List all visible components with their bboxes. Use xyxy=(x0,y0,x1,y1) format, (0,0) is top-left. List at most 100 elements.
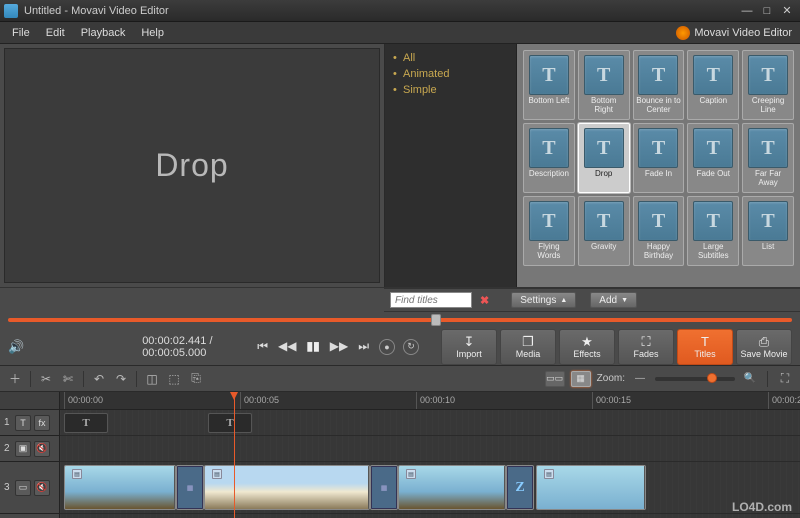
title-preset-caption[interactable]: TCaption xyxy=(687,50,739,120)
maximize-button[interactable]: □ xyxy=(758,4,776,18)
tab-media[interactable]: ❐Media xyxy=(500,329,556,365)
zoom-slider[interactable] xyxy=(655,377,735,381)
brand-icon xyxy=(676,26,690,40)
timeline-toolbar: ＋ ✂ ✄ ↶ ↷ ◫ ⬚ ⎘ ▭▭ ▦ Zoom: — 🔍 ⛶ xyxy=(0,366,800,392)
zoom-out-button[interactable]: — xyxy=(631,370,649,388)
category-all[interactable]: All xyxy=(393,50,508,66)
loop-button[interactable]: ↻ xyxy=(403,339,419,355)
title-preset-description[interactable]: TDescription xyxy=(523,123,575,193)
add-button[interactable]: Add▼ xyxy=(590,292,637,308)
playhead[interactable] xyxy=(234,392,235,518)
view-mode-1[interactable]: ▭▭ xyxy=(545,371,565,387)
title-preset-bounce-in-to-center[interactable]: TBounce in to Center xyxy=(633,50,685,120)
title-thumb-icon: T xyxy=(638,201,678,241)
track-lane-4[interactable] xyxy=(60,514,800,518)
clip-1-mp4[interactable]: ▤1.mp4 (0:00:03) xyxy=(64,465,176,510)
tab-label: Media xyxy=(516,349,541,359)
track-lane-2[interactable] xyxy=(60,436,800,462)
title-preset-gravity[interactable]: TGravity xyxy=(578,196,630,266)
zoom-in-button[interactable]: 🔍 xyxy=(741,370,759,388)
tab-label: Save Movie xyxy=(740,349,787,359)
category-simple[interactable]: Simple xyxy=(393,82,508,98)
add-track-button[interactable]: ＋ xyxy=(6,370,24,388)
menu-help[interactable]: Help xyxy=(133,25,172,41)
title-preset-flying-words[interactable]: TFlying Words xyxy=(523,196,575,266)
tab-label: Effects xyxy=(573,349,600,359)
title-preset-bottom-right[interactable]: TBottom Right xyxy=(578,50,630,120)
overlay-track-icon: ▣ xyxy=(15,441,31,457)
category-animated[interactable]: Animated xyxy=(393,66,508,82)
title-preset-large-subtitles[interactable]: TLarge Subtitles xyxy=(687,196,739,266)
track-lane-1[interactable]: TT xyxy=(60,410,800,436)
close-button[interactable]: ✕ xyxy=(778,4,796,18)
title-preset-drop[interactable]: TDrop xyxy=(578,123,630,193)
track-lane-3[interactable]: ▤1.mp4 (0:00:03) ▤Summer.mp4 (0:00:05) ▤Sw… xyxy=(60,462,800,514)
prev-button[interactable]: ⏮ xyxy=(255,339,270,354)
settings-button[interactable]: Settings▲ xyxy=(511,292,576,308)
transition-clip[interactable]: Z xyxy=(506,465,534,510)
menu-edit[interactable]: Edit xyxy=(38,25,73,41)
ruler-tick: 00:00:20 xyxy=(768,392,800,409)
transition-clip[interactable]: ▦ xyxy=(176,465,204,510)
titles-icon: T xyxy=(701,335,709,348)
title-preset-bottom-left[interactable]: TBottom Left xyxy=(523,50,575,120)
menu-file[interactable]: File xyxy=(4,25,38,41)
view-mode-2[interactable]: ▦ xyxy=(571,371,591,387)
split-button[interactable]: ✄ xyxy=(59,370,77,388)
title-clip[interactable]: T xyxy=(64,413,108,433)
transition-clip[interactable]: ▦ xyxy=(370,465,398,510)
track-header-3[interactable]: 3▭🔇 xyxy=(0,462,59,514)
title-preset-creeping-line[interactable]: TCreeping Line xyxy=(742,50,794,120)
search-input[interactable] xyxy=(390,292,472,308)
volume-icon[interactable]: 🔊 xyxy=(8,339,24,355)
track-header-4[interactable]: 4♪🔇 xyxy=(0,514,59,518)
title-thumb-icon: T xyxy=(529,55,569,95)
undo-button[interactable]: ↶ xyxy=(90,370,108,388)
title-thumb-icon: T xyxy=(748,55,788,95)
clip-Swimming-jpg[interactable]: ▤Swimming.jpg (0:00:03) xyxy=(398,465,506,510)
redo-button[interactable]: ↷ xyxy=(112,370,130,388)
track-header-1[interactable]: 1Tfx xyxy=(0,410,59,436)
step-fwd-button[interactable]: ▶▶ xyxy=(328,339,350,354)
mute-icon[interactable]: 🔇 xyxy=(34,480,50,496)
title-preset-far-far-away[interactable]: TFar Far Away xyxy=(742,123,794,193)
timeline-ruler[interactable]: 00:00:0000:00:0500:00:1000:00:1500:00:20 xyxy=(60,392,800,410)
zoom-handle[interactable] xyxy=(707,373,717,383)
ruler-tick: 00:00:10 xyxy=(416,392,455,409)
clip-Water-jpg[interactable]: ▤Water.jpg (0:00:03) xyxy=(536,465,646,510)
tool3-button[interactable]: ⎘ xyxy=(187,370,205,388)
title-thumb-icon: T xyxy=(638,128,678,168)
menu-playback[interactable]: Playback xyxy=(73,25,134,41)
minimize-button[interactable]: — xyxy=(738,4,756,18)
seekbar-handle[interactable] xyxy=(431,314,441,326)
step-back-button[interactable]: ◀◀ xyxy=(276,339,298,354)
clip-thumbnail: ▤ xyxy=(537,466,645,509)
tab-save-movie[interactable]: ⎙Save Movie xyxy=(736,329,792,365)
cut-button[interactable]: ✂ xyxy=(37,370,55,388)
preview-video[interactable]: Drop xyxy=(4,48,380,283)
tab-titles[interactable]: TTitles xyxy=(677,329,733,365)
ruler-tick: 00:00:00 xyxy=(64,392,103,409)
title-preset-fade-out[interactable]: TFade Out xyxy=(687,123,739,193)
title-preset-list[interactable]: TList xyxy=(742,196,794,266)
title-clip[interactable]: T xyxy=(208,413,252,433)
tab-import[interactable]: ↧Import xyxy=(441,329,497,365)
seekbar[interactable] xyxy=(8,318,792,322)
crop-button[interactable]: ◫ xyxy=(143,370,161,388)
tool2-button[interactable]: ⬚ xyxy=(165,370,183,388)
brand-text: Movavi Video Editor xyxy=(694,27,792,39)
clip-Summer-mp4[interactable]: ▤Summer.mp4 (0:00:05) xyxy=(204,465,370,510)
record-button[interactable]: ● xyxy=(379,339,395,355)
pause-button[interactable]: ▮▮ xyxy=(305,339,322,354)
find-bar: ✖ Settings▲ Add▼ xyxy=(384,288,800,312)
mute-icon[interactable]: 🔇 xyxy=(34,441,50,457)
title-preset-label: Bottom Right xyxy=(581,97,627,115)
title-preset-happy-birthday[interactable]: THappy Birthday xyxy=(633,196,685,266)
tab-effects[interactable]: ★Effects xyxy=(559,329,615,365)
next-button[interactable]: ⏭ xyxy=(356,339,371,354)
track-header-2[interactable]: 2▣🔇 xyxy=(0,436,59,462)
title-preset-fade-in[interactable]: TFade In xyxy=(633,123,685,193)
clear-search-button[interactable]: ✖ xyxy=(476,294,493,307)
fit-button[interactable]: ⛶ xyxy=(776,370,794,388)
tab-fades[interactable]: ⛶Fades xyxy=(618,329,674,365)
